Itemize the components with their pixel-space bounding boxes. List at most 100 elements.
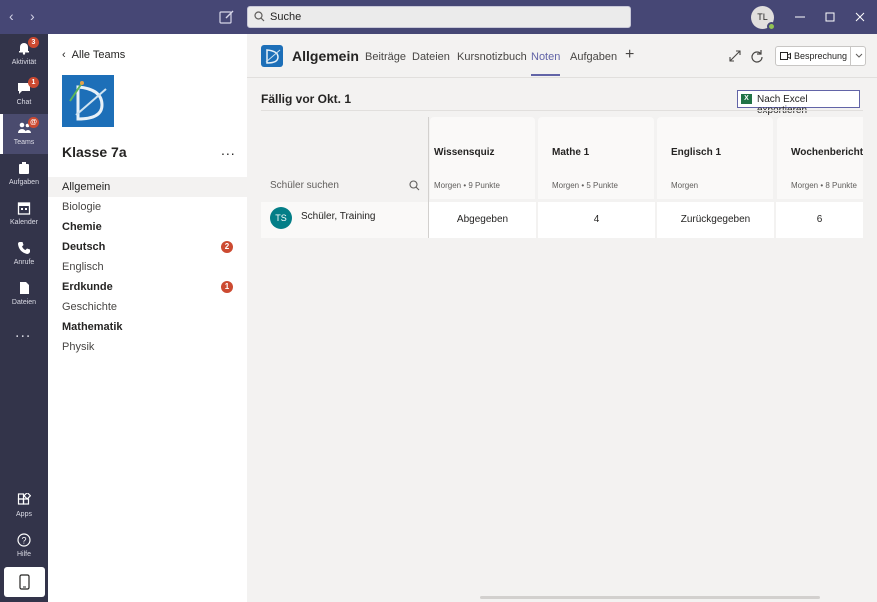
channel-deutsch[interactable]: Deutsch 2 bbox=[48, 237, 247, 257]
assignment-name: Wochenbericht bbox=[791, 147, 863, 158]
tab-noten[interactable]: Noten bbox=[531, 51, 560, 63]
rail-item-calendar[interactable]: Kalender bbox=[0, 194, 48, 234]
search-input[interactable]: Suche bbox=[247, 6, 631, 28]
rail-label-assignments: Aufgaben bbox=[9, 179, 39, 186]
channel-geschichte[interactable]: Geschichte bbox=[48, 297, 247, 317]
rail-item-apps[interactable]: Apps bbox=[0, 486, 48, 526]
help-icon: ? bbox=[17, 533, 31, 547]
search-icon bbox=[254, 11, 265, 22]
user-initials: TL bbox=[757, 12, 768, 22]
rail-item-chat[interactable]: 1 Chat bbox=[0, 74, 48, 114]
meeting-button[interactable]: Besprechung bbox=[775, 46, 866, 66]
rail-label-calls: Anrufe bbox=[13, 259, 35, 266]
unread-badge: 2 bbox=[221, 241, 233, 253]
frozen-column-divider bbox=[428, 117, 429, 238]
channel-englisch[interactable]: Englisch bbox=[48, 257, 247, 277]
channel-allgemein[interactable]: Allgemein bbox=[48, 177, 247, 197]
table-row: TS Schüler, Training Abgegeben 4 Zurückg… bbox=[261, 202, 863, 238]
assignment-name: Mathe 1 bbox=[552, 147, 590, 158]
user-avatar[interactable]: TL bbox=[751, 6, 776, 31]
assignment-column-header[interactable]: Englisch 1 Morgen bbox=[657, 117, 773, 199]
chevron-down-icon[interactable] bbox=[855, 53, 863, 59]
title-bar: ‹ › Suche TL bbox=[0, 0, 877, 34]
channel-label: Erdkunde bbox=[62, 281, 113, 293]
team-logo bbox=[62, 75, 114, 127]
rail-item-files[interactable]: Dateien bbox=[0, 274, 48, 314]
rail-item-activity[interactable]: 3 Aktivität bbox=[0, 34, 48, 74]
svg-text:?: ? bbox=[21, 536, 26, 546]
minimize-icon[interactable] bbox=[792, 9, 808, 25]
download-mobile-button[interactable] bbox=[4, 567, 45, 597]
phone-icon bbox=[18, 242, 30, 254]
student-search[interactable]: Schüler suchen bbox=[261, 117, 428, 199]
team-more-options[interactable]: ... bbox=[221, 142, 236, 158]
assignment-meta: Morgen bbox=[671, 181, 699, 190]
tab-kursnotizbuch[interactable]: Kursnotizbuch bbox=[457, 51, 527, 63]
assignment-column-header[interactable]: Wissensquiz Morgen • 9 Punkte bbox=[430, 117, 535, 199]
channel-biologie[interactable]: Biologie bbox=[48, 197, 247, 217]
grade-cell[interactable]: 6 bbox=[776, 202, 863, 238]
section-divider bbox=[261, 110, 863, 111]
tab-aufgaben[interactable]: Aufgaben bbox=[570, 51, 617, 63]
horizontal-scrollbar[interactable] bbox=[480, 596, 820, 599]
tab-dateien[interactable]: Dateien bbox=[412, 51, 450, 63]
channel-label: Biologie bbox=[62, 201, 102, 213]
tab-beitraege[interactable]: Beiträge bbox=[365, 51, 406, 63]
assignments-icon bbox=[19, 162, 29, 174]
export-excel-button[interactable]: X Nach Excel exportieren bbox=[737, 90, 860, 116]
more-apps-icon[interactable]: ... bbox=[15, 324, 31, 342]
maximize-icon[interactable] bbox=[822, 9, 838, 25]
video-camera-icon bbox=[780, 52, 791, 60]
presence-indicator bbox=[767, 22, 776, 31]
student-avatar: TS bbox=[270, 207, 292, 229]
refresh-icon[interactable] bbox=[750, 49, 764, 63]
active-tab-indicator bbox=[531, 74, 560, 76]
rail-item-assignments[interactable]: Aufgaben bbox=[0, 154, 48, 194]
assignment-meta: Morgen • 8 Punkte bbox=[791, 181, 857, 190]
channel-label: Allgemein bbox=[62, 181, 111, 193]
assignment-column-header[interactable]: Wochenbericht Morgen • 8 Punkte bbox=[777, 117, 863, 199]
channel-header: Allgemein Beiträge Dateien Kursnotizbuch… bbox=[247, 34, 877, 78]
channel-label: Deutsch bbox=[62, 241, 106, 253]
student-cell[interactable]: TS Schüler, Training bbox=[261, 202, 428, 238]
grade-cell[interactable]: Zurückgegeben bbox=[657, 202, 774, 238]
assignment-name: Wissensquiz bbox=[434, 147, 495, 158]
apps-icon bbox=[17, 493, 31, 505]
rail-label-activity: Aktivität bbox=[11, 59, 37, 66]
close-icon[interactable] bbox=[852, 9, 868, 25]
rail-label-calendar: Kalender bbox=[9, 219, 39, 226]
expand-icon[interactable] bbox=[728, 49, 742, 63]
channel-mathematik[interactable]: Mathematik bbox=[48, 317, 247, 337]
meeting-button-label: Besprechung bbox=[794, 51, 848, 61]
channel-label: Chemie bbox=[62, 221, 102, 233]
assignment-column-header[interactable]: Mathe 1 Morgen • 5 Punkte bbox=[538, 117, 654, 199]
rail-item-calls[interactable]: Anrufe bbox=[0, 234, 48, 274]
chat-badge: 1 bbox=[28, 77, 39, 88]
mobile-phone-icon bbox=[19, 574, 30, 590]
all-teams-label: Alle Teams bbox=[71, 49, 126, 61]
rail-item-teams[interactable]: @ Teams bbox=[0, 114, 48, 154]
export-excel-label: Nach Excel exportieren bbox=[757, 94, 808, 116]
rail-item-help[interactable]: ? Hilfe bbox=[0, 526, 48, 566]
back-to-all-teams[interactable]: ‹ Alle Teams bbox=[62, 49, 125, 61]
add-tab-icon[interactable]: + bbox=[625, 46, 634, 64]
forward-arrow-icon[interactable]: › bbox=[30, 8, 35, 24]
back-arrow-icon[interactable]: ‹ bbox=[9, 8, 14, 24]
channel-physik[interactable]: Physik bbox=[48, 337, 247, 357]
teams-badge: @ bbox=[28, 117, 39, 128]
grade-cell[interactable]: 4 bbox=[538, 202, 655, 238]
excel-icon: X bbox=[741, 94, 752, 104]
rail-label-files: Dateien bbox=[11, 299, 37, 306]
grade-cell[interactable]: Abgegeben bbox=[429, 202, 536, 238]
assignment-meta: Morgen • 5 Punkte bbox=[552, 181, 618, 190]
channel-erdkunde[interactable]: Erdkunde 1 bbox=[48, 277, 247, 297]
chevron-left-icon: ‹ bbox=[62, 49, 66, 61]
activity-badge: 3 bbox=[28, 37, 39, 48]
compose-icon[interactable] bbox=[218, 8, 236, 26]
channel-chemie[interactable]: Chemie bbox=[48, 217, 247, 237]
assignment-name: Englisch 1 bbox=[671, 147, 722, 158]
team-name: Klasse 7a bbox=[62, 144, 127, 160]
student-name: Schüler, Training bbox=[301, 211, 376, 222]
files-icon bbox=[20, 282, 29, 294]
search-icon bbox=[409, 180, 420, 191]
